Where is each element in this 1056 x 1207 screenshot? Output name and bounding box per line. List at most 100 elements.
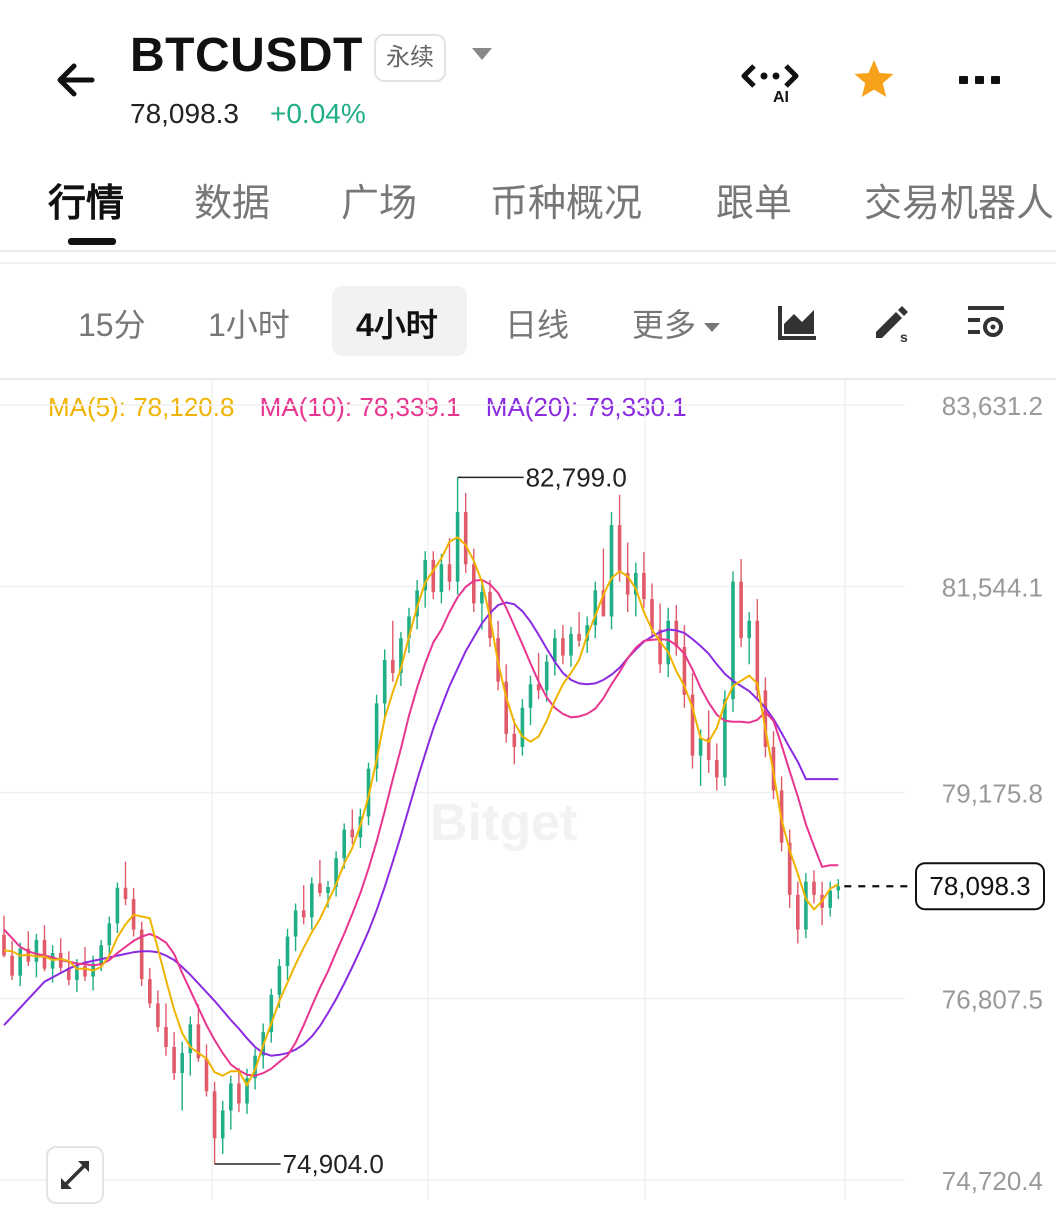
tab-square[interactable]: 广场 (341, 172, 417, 227)
candle-body (164, 1026, 168, 1047)
candle-body (455, 512, 460, 582)
candle-body (18, 948, 22, 976)
y-axis-tick-label: 83,631.2 (942, 391, 1043, 421)
y-axis-tick-label: 76,807.5 (942, 984, 1043, 1014)
last-price: 78,098.3 (130, 98, 239, 129)
candle-body (172, 1046, 176, 1074)
candle-body (204, 1058, 209, 1092)
candle-body (812, 881, 816, 895)
candle-body (577, 633, 581, 641)
candle-body (107, 923, 112, 946)
timeframe-more[interactable]: 更多 (632, 300, 721, 346)
candle-body (350, 829, 355, 838)
candle-body (277, 966, 282, 995)
candle-body (755, 620, 760, 691)
indicator-chart-icon[interactable] (776, 300, 820, 344)
timeframe-4h[interactable]: 4小时 (356, 300, 438, 346)
ma5-line (3, 536, 839, 1088)
current-price-label: 78,098.3 (929, 871, 1030, 901)
candle-body (666, 620, 670, 665)
candle-body (528, 684, 533, 708)
candle-body (293, 910, 298, 937)
candle-body (342, 829, 346, 859)
y-axis-tick-label: 74,720.4 (942, 1166, 1043, 1196)
candle-body (747, 620, 751, 639)
symbol-dropdown-icon[interactable] (472, 48, 492, 60)
candle-body (180, 1053, 184, 1074)
watermark-text: Bitget (430, 794, 577, 852)
candle-body (698, 738, 703, 756)
candle-body (34, 939, 39, 962)
contract-type-badge: 永续 (374, 34, 446, 82)
candle-body (310, 883, 314, 918)
y-axis-tick-label: 79,175.8 (942, 779, 1043, 809)
ma10-line (3, 578, 839, 1077)
candle-body (439, 564, 444, 593)
ai-label: AI (773, 89, 789, 104)
candle-body (520, 707, 525, 747)
ma20-line (3, 601, 839, 1057)
divider (0, 262, 1056, 264)
candle-body (237, 1083, 241, 1104)
candle-body (285, 936, 290, 967)
timeframe-1h[interactable]: 1小时 (208, 300, 290, 346)
candle-body (658, 629, 662, 665)
symbol-title[interactable]: BTCUSDT (130, 28, 363, 83)
candle-body (212, 1091, 217, 1139)
candle-body (472, 564, 476, 604)
tab-trading-bot[interactable]: 交易机器人 (864, 172, 1054, 227)
more-icon[interactable] (955, 56, 1005, 104)
candle-body (326, 886, 330, 894)
timeframe-15m[interactable]: 15分 (78, 300, 146, 346)
svg-text:s: s (900, 329, 908, 344)
candle-body (229, 1083, 233, 1111)
candle-body (156, 1003, 160, 1027)
chart-settings-icon[interactable] (964, 300, 1008, 344)
candle-body (10, 955, 14, 976)
tab-market[interactable]: 行情 (48, 172, 124, 227)
ai-assistant-icon[interactable]: AI (740, 56, 802, 106)
candle-body (301, 910, 306, 918)
candle-body (83, 966, 87, 977)
back-arrow-icon[interactable] (52, 56, 100, 104)
candle-body (642, 572, 646, 600)
tab-copy-trading[interactable]: 跟单 (716, 172, 792, 227)
candle-body (836, 886, 841, 891)
candle-body (318, 883, 322, 894)
candle-body (480, 592, 484, 604)
candle-body (796, 894, 800, 930)
candlestick-chart[interactable]: Bitget 83,631.2 81,544.1 79,175.8 76,807.5 74… (0, 380, 1056, 1200)
draw-pen-icon[interactable]: s (870, 300, 914, 345)
tab-data[interactable]: 数据 (194, 172, 270, 227)
top-bar: BTCUSDT 永续 78,098.3 +0.04% AI (0, 0, 1056, 150)
candle-body (609, 525, 614, 617)
candle-body (617, 525, 622, 573)
candle-body (391, 659, 395, 673)
candle-body (115, 887, 120, 924)
candle-body (739, 581, 743, 639)
candle-body (561, 638, 565, 656)
candle-body (447, 564, 452, 582)
fullscreen-expand-icon[interactable] (46, 1146, 104, 1204)
candle-body (804, 881, 808, 930)
candle-body (382, 659, 387, 704)
candle-body (723, 699, 727, 778)
active-tab-indicator (68, 238, 116, 245)
candle-body (431, 559, 436, 593)
price-change-percent: +0.04% (270, 98, 366, 129)
candle-body (715, 759, 719, 778)
main-tabs: 行情 数据 广场 币种概况 跟单 交易机器人 (0, 150, 1056, 252)
candle-body (569, 633, 573, 656)
more-caret-icon (704, 323, 721, 333)
low-price-label: 74,904.0 (283, 1149, 384, 1179)
high-price-label: 82,799.0 (526, 462, 627, 492)
candle-body (544, 661, 549, 691)
candle-body (99, 945, 103, 964)
candle-body (674, 620, 679, 647)
candle-body (463, 512, 468, 565)
star-icon[interactable] (850, 56, 898, 104)
tab-coin-overview[interactable]: 币种概况 (490, 172, 642, 227)
timeframe-1d[interactable]: 日线 (505, 300, 569, 346)
timeframe-more-label: 更多 (632, 307, 697, 343)
candle-body (828, 890, 832, 908)
